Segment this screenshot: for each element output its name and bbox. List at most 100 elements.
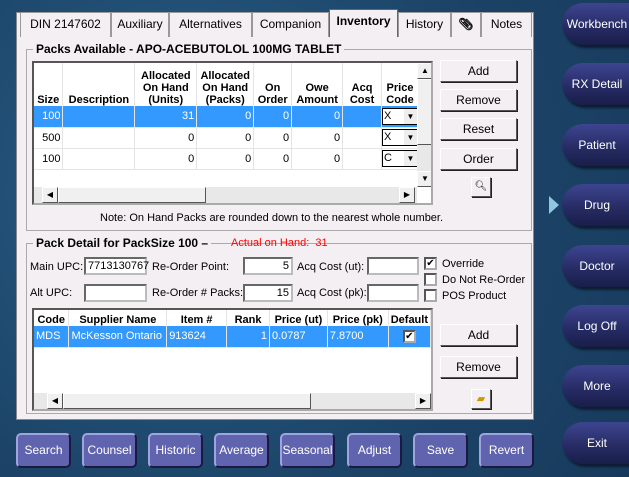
tab-attachments[interactable]: 📎︎: [451, 12, 481, 37]
price-code-value: C: [384, 152, 392, 164]
tab-din[interactable]: DIN 2147602: [20, 12, 111, 37]
reorder-point-input[interactable]: 5: [243, 257, 293, 275]
cell-units: 0: [134, 148, 198, 170]
revert-button[interactable]: Revert: [479, 433, 534, 468]
historic-button[interactable]: Historic: [148, 433, 203, 468]
scroll-down-icon[interactable]: ▼: [417, 171, 431, 187]
reorder-point-label: Re-Order Point:: [152, 261, 230, 273]
average-button[interactable]: Average: [214, 433, 269, 468]
scroll-left-icon[interactable]: ◀: [42, 187, 58, 203]
scroll-left-icon[interactable]: ◀: [47, 393, 63, 409]
supplier-row[interactable]: MDS McKesson Ontario 913624 1 0.0787 7.8…: [34, 326, 431, 348]
price-code-select[interactable]: C ▼: [382, 150, 418, 167]
col-packs[interactable]: Allocated On Hand (Packs): [196, 63, 255, 106]
pos-product-checkbox[interactable]: [424, 289, 437, 302]
reorder-packs-input[interactable]: 15: [243, 284, 293, 302]
scroll-thumb[interactable]: [63, 393, 311, 409]
col-price-code[interactable]: Price Code: [381, 63, 419, 106]
cell-owe: 0: [291, 148, 344, 170]
nav-exit[interactable]: Exit: [562, 422, 629, 464]
col-price-ut[interactable]: Price (ut): [269, 310, 328, 326]
col-rank[interactable]: Rank: [226, 310, 270, 326]
scroll-right-icon[interactable]: ▶: [399, 187, 415, 203]
alt-upc-input[interactable]: [84, 284, 147, 302]
col-default[interactable]: Default: [388, 310, 431, 326]
adjust-button[interactable]: Adjust: [347, 433, 402, 468]
nav-more[interactable]: More: [562, 365, 629, 407]
tab-inventory[interactable]: Inventory: [329, 9, 398, 37]
packs-order-button[interactable]: Order: [440, 148, 517, 170]
search-button[interactable]: Search: [16, 433, 71, 468]
col-acq-cost[interactable]: Acq Cost: [342, 63, 382, 106]
pack-row[interactable]: 100 31 0 0 0 X ▼: [34, 106, 419, 128]
nav-rx-detail[interactable]: RX Detail: [562, 63, 629, 105]
cell-price-ut: 0.0787: [269, 326, 328, 348]
packs-remove-button[interactable]: Remove: [440, 89, 517, 111]
scroll-thumb[interactable]: [417, 79, 431, 145]
col-code[interactable]: Code: [34, 310, 70, 326]
supplier-remove-button[interactable]: Remove: [440, 356, 517, 378]
override-checkbox[interactable]: ✔: [424, 257, 437, 270]
counsel-button[interactable]: Counsel: [82, 433, 137, 468]
col-size[interactable]: Size: [34, 63, 64, 106]
pack-row[interactable]: 500 0 0 0 0 X ▼: [34, 127, 419, 149]
tab-companion[interactable]: Companion: [252, 12, 329, 37]
price-code-select[interactable]: X ▼: [382, 129, 418, 146]
col-units[interactable]: Allocated On Hand (Units): [134, 63, 198, 106]
save-button[interactable]: Save: [413, 433, 468, 468]
col-price-pk[interactable]: Price (pk): [327, 310, 389, 326]
horizontal-scrollbar[interactable]: ◀ ▶: [34, 187, 417, 203]
reorder-packs-label: Re-Order # Packs:: [152, 287, 244, 299]
scroll-thumb[interactable]: [58, 187, 206, 203]
chevron-down-icon: ▼: [404, 108, 417, 124]
packs-add-button[interactable]: Add: [440, 60, 517, 82]
nav-workbench[interactable]: Workbench: [562, 3, 629, 45]
cell-units: 31: [134, 106, 198, 128]
scroll-right-icon[interactable]: ▶: [415, 393, 431, 409]
cell-owe: 0: [291, 127, 344, 149]
cell-size: 100: [34, 148, 64, 170]
col-owe[interactable]: Owe Amount: [291, 63, 344, 106]
pack-row[interactable]: 100 0 0 0 0 C ▼: [34, 148, 419, 170]
scroll-up-icon[interactable]: ▲: [417, 63, 431, 79]
nav-drug[interactable]: Drug: [562, 184, 629, 226]
acq-cost-pk-input[interactable]: [367, 284, 419, 302]
vertical-scrollbar[interactable]: ▲ ▼: [417, 63, 431, 187]
nav-patient[interactable]: Patient: [562, 124, 629, 166]
price-code-value: X: [384, 109, 392, 122]
cell-acq: [342, 106, 382, 128]
packs-grid[interactable]: Size Description Allocated On Hand (Unit…: [32, 61, 433, 205]
acq-cost-ut-input[interactable]: [367, 257, 419, 275]
cell-description: [62, 127, 136, 149]
nav-log-off[interactable]: Log Off: [562, 305, 629, 347]
col-description[interactable]: Description: [62, 63, 136, 106]
cell-owe: 0: [291, 106, 344, 128]
cell-size: 500: [34, 127, 64, 149]
price-code-select[interactable]: X ▼: [382, 107, 418, 125]
col-on-order[interactable]: On Order: [253, 63, 293, 106]
tab-auxiliary[interactable]: Auxiliary: [111, 12, 169, 37]
tab-notes[interactable]: Notes: [481, 12, 532, 37]
col-supplier-name[interactable]: Supplier Name: [68, 310, 168, 326]
folder-icon: ▰: [476, 393, 486, 405]
main-upc-input[interactable]: 7713130767: [84, 257, 149, 275]
seasonal-button[interactable]: Seasonal: [280, 433, 335, 468]
horizontal-scrollbar[interactable]: ◀ ▶: [34, 393, 431, 409]
price-code-value: X: [384, 131, 392, 143]
col-item[interactable]: Item #: [166, 310, 228, 326]
tab-history[interactable]: History: [398, 12, 451, 37]
do-not-reorder-checkbox[interactable]: [424, 273, 437, 286]
acq-cost-ut-label: Acq Cost (ut):: [297, 261, 365, 273]
chevron-down-icon: ▼: [404, 130, 417, 145]
open-folder-button[interactable]: ▰: [471, 389, 491, 409]
search-list-button[interactable]: 🔍︎: [471, 177, 491, 197]
nav-doctor[interactable]: Doctor: [562, 245, 629, 287]
packs-reset-button[interactable]: Reset: [440, 118, 517, 140]
tab-alternatives[interactable]: Alternatives: [169, 12, 252, 37]
supplier-add-button[interactable]: Add: [440, 324, 517, 346]
default-checkbox[interactable]: ✔: [402, 329, 416, 343]
override-label: Override: [442, 258, 485, 270]
actual-on-hand: Actual on Hand: 31: [231, 237, 328, 249]
magnifier-list-icon: 🔍︎: [474, 181, 488, 192]
suppliers-grid[interactable]: Code Supplier Name Item # Rank Price (ut…: [32, 308, 433, 411]
